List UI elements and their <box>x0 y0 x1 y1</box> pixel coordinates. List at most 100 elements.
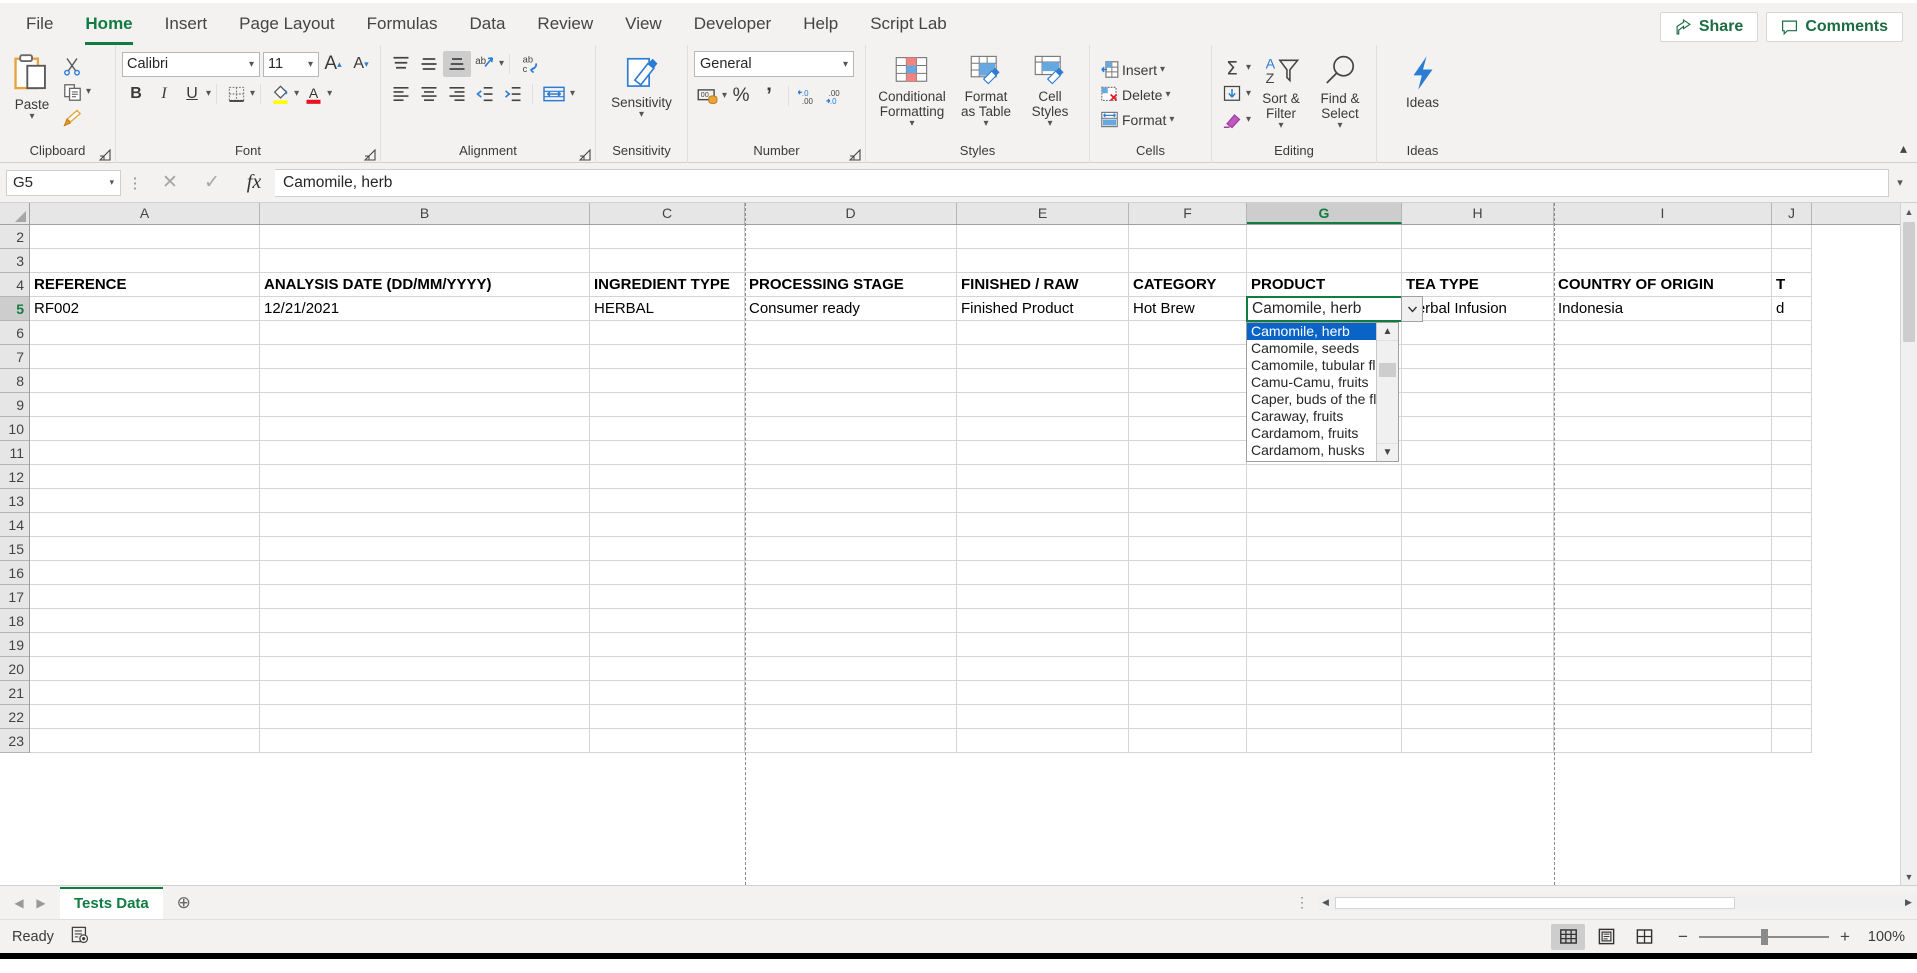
cell-B12[interactable] <box>260 465 590 489</box>
cell-J10[interactable] <box>1772 417 1812 441</box>
cell-A9[interactable] <box>30 393 260 417</box>
cell-D12[interactable] <box>745 465 957 489</box>
formula-input[interactable]: Camomile, herb <box>275 168 1889 197</box>
cell-F14[interactable] <box>1129 513 1247 537</box>
cell-C10[interactable] <box>590 417 745 441</box>
cancel-icon[interactable]: ✕ <box>149 169 191 197</box>
row-header-4[interactable]: 4 <box>0 273 29 297</box>
cell-J6[interactable] <box>1772 321 1812 345</box>
alignment-dialog-launcher[interactable] <box>579 149 591 161</box>
cell-J9[interactable] <box>1772 393 1812 417</box>
cell-H18[interactable] <box>1402 609 1554 633</box>
cell-J3[interactable] <box>1772 249 1812 273</box>
cell-D22[interactable] <box>745 705 957 729</box>
autosum-button[interactable]: Σ <box>1218 55 1246 81</box>
cell-I21[interactable] <box>1554 681 1772 705</box>
row-header-6[interactable]: 6 <box>0 321 29 345</box>
ribbon-tab-view[interactable]: View <box>609 3 678 45</box>
font-color-chevron-down-icon[interactable]: ▾ <box>327 89 332 99</box>
record-macro-icon[interactable] <box>70 925 89 949</box>
ribbon-tab-insert[interactable]: Insert <box>149 3 224 45</box>
cell-C16[interactable] <box>590 561 745 585</box>
cell-F5[interactable]: Hot Brew <box>1129 297 1247 321</box>
cell-F8[interactable] <box>1129 369 1247 393</box>
cell-G19[interactable] <box>1247 633 1402 657</box>
zoom-slider[interactable] <box>1699 928 1829 945</box>
cell-J12[interactable] <box>1772 465 1812 489</box>
delete-cells-button[interactable]: Delete ▾ <box>1096 82 1178 107</box>
scroll-down-icon[interactable]: ▼ <box>1901 868 1917 885</box>
vertical-scroll-thumb[interactable] <box>1903 222 1915 342</box>
cell-E11[interactable] <box>957 441 1129 465</box>
cell-G17[interactable] <box>1247 585 1402 609</box>
cell-G13[interactable] <box>1247 489 1402 513</box>
cell-C13[interactable] <box>590 489 745 513</box>
italic-button[interactable]: I <box>150 81 178 107</box>
cell-I11[interactable] <box>1554 441 1772 465</box>
cell-F6[interactable] <box>1129 321 1247 345</box>
cell-F23[interactable] <box>1129 729 1247 753</box>
cell-B4[interactable]: ANALYSIS DATE (DD/MM/YYYY) <box>260 273 590 297</box>
row-header-16[interactable]: 16 <box>0 561 29 585</box>
row-header-18[interactable]: 18 <box>0 609 29 633</box>
cell-A17[interactable] <box>30 585 260 609</box>
cell-D3[interactable] <box>745 249 957 273</box>
cell-H8[interactable] <box>1402 369 1554 393</box>
align-center-button[interactable] <box>415 81 443 107</box>
column-header-c[interactable]: C <box>590 203 745 224</box>
accounting-format-button[interactable]: 00 <box>694 83 722 109</box>
row-header-17[interactable]: 17 <box>0 585 29 609</box>
cell-J11[interactable] <box>1772 441 1812 465</box>
row-header-19[interactable]: 19 <box>0 633 29 657</box>
row-header-12[interactable]: 12 <box>0 465 29 489</box>
cell-A7[interactable] <box>30 345 260 369</box>
format-chevron-down-icon[interactable]: ▾ <box>1169 114 1174 125</box>
dropdown-option-2[interactable]: Camomile, tubular flow <box>1247 357 1393 374</box>
cell-B8[interactable] <box>260 369 590 393</box>
cell-G22[interactable] <box>1247 705 1402 729</box>
decrease-indent-button[interactable] <box>471 81 499 107</box>
underline-button[interactable]: U <box>178 81 206 107</box>
increase-decimal-button[interactable]: .0 .00 <box>794 83 822 109</box>
insert-function-icon[interactable]: fx <box>233 169 275 197</box>
cell-J17[interactable] <box>1772 585 1812 609</box>
cell-B23[interactable] <box>260 729 590 753</box>
cell-D23[interactable] <box>745 729 957 753</box>
cell-F10[interactable] <box>1129 417 1247 441</box>
cell-B3[interactable] <box>260 249 590 273</box>
cell-D19[interactable] <box>745 633 957 657</box>
column-header-b[interactable]: B <box>260 203 590 224</box>
cell-I18[interactable] <box>1554 609 1772 633</box>
cell-A13[interactable] <box>30 489 260 513</box>
row-header-21[interactable]: 21 <box>0 681 29 705</box>
number-dialog-launcher[interactable] <box>849 149 861 161</box>
cell-F9[interactable] <box>1129 393 1247 417</box>
cell-D16[interactable] <box>745 561 957 585</box>
add-sheet-icon[interactable]: ⊕ <box>169 890 199 916</box>
cell-J22[interactable] <box>1772 705 1812 729</box>
format-as-table-button[interactable]: Format as Table ▾ <box>952 51 1020 132</box>
cell-E18[interactable] <box>957 609 1129 633</box>
page-layout-view-button[interactable] <box>1589 924 1623 950</box>
increase-indent-button[interactable] <box>499 81 527 107</box>
cell-G3[interactable] <box>1247 249 1402 273</box>
cell-F4[interactable]: CATEGORY <box>1129 273 1247 297</box>
cell-F13[interactable] <box>1129 489 1247 513</box>
cell-B2[interactable] <box>260 225 590 249</box>
cell-A12[interactable] <box>30 465 260 489</box>
align-bottom-button[interactable] <box>443 51 471 77</box>
cell-E10[interactable] <box>957 417 1129 441</box>
cell-D13[interactable] <box>745 489 957 513</box>
cell-H17[interactable] <box>1402 585 1554 609</box>
comments-button[interactable]: Comments <box>1766 12 1903 42</box>
horizontal-scrollbar[interactable]: ◀ ▶ <box>1317 894 1917 911</box>
cell-E6[interactable] <box>957 321 1129 345</box>
cell-J19[interactable] <box>1772 633 1812 657</box>
cell-H5[interactable]: Herbal Infusion <box>1402 297 1554 321</box>
cell-C23[interactable] <box>590 729 745 753</box>
cell-A20[interactable] <box>30 657 260 681</box>
cell-J23[interactable] <box>1772 729 1812 753</box>
sensitivity-chevron-down-icon[interactable]: ▾ <box>639 110 644 120</box>
font-size-chevron-down-icon[interactable]: ▾ <box>308 59 313 70</box>
column-header-d[interactable]: D <box>745 203 957 224</box>
